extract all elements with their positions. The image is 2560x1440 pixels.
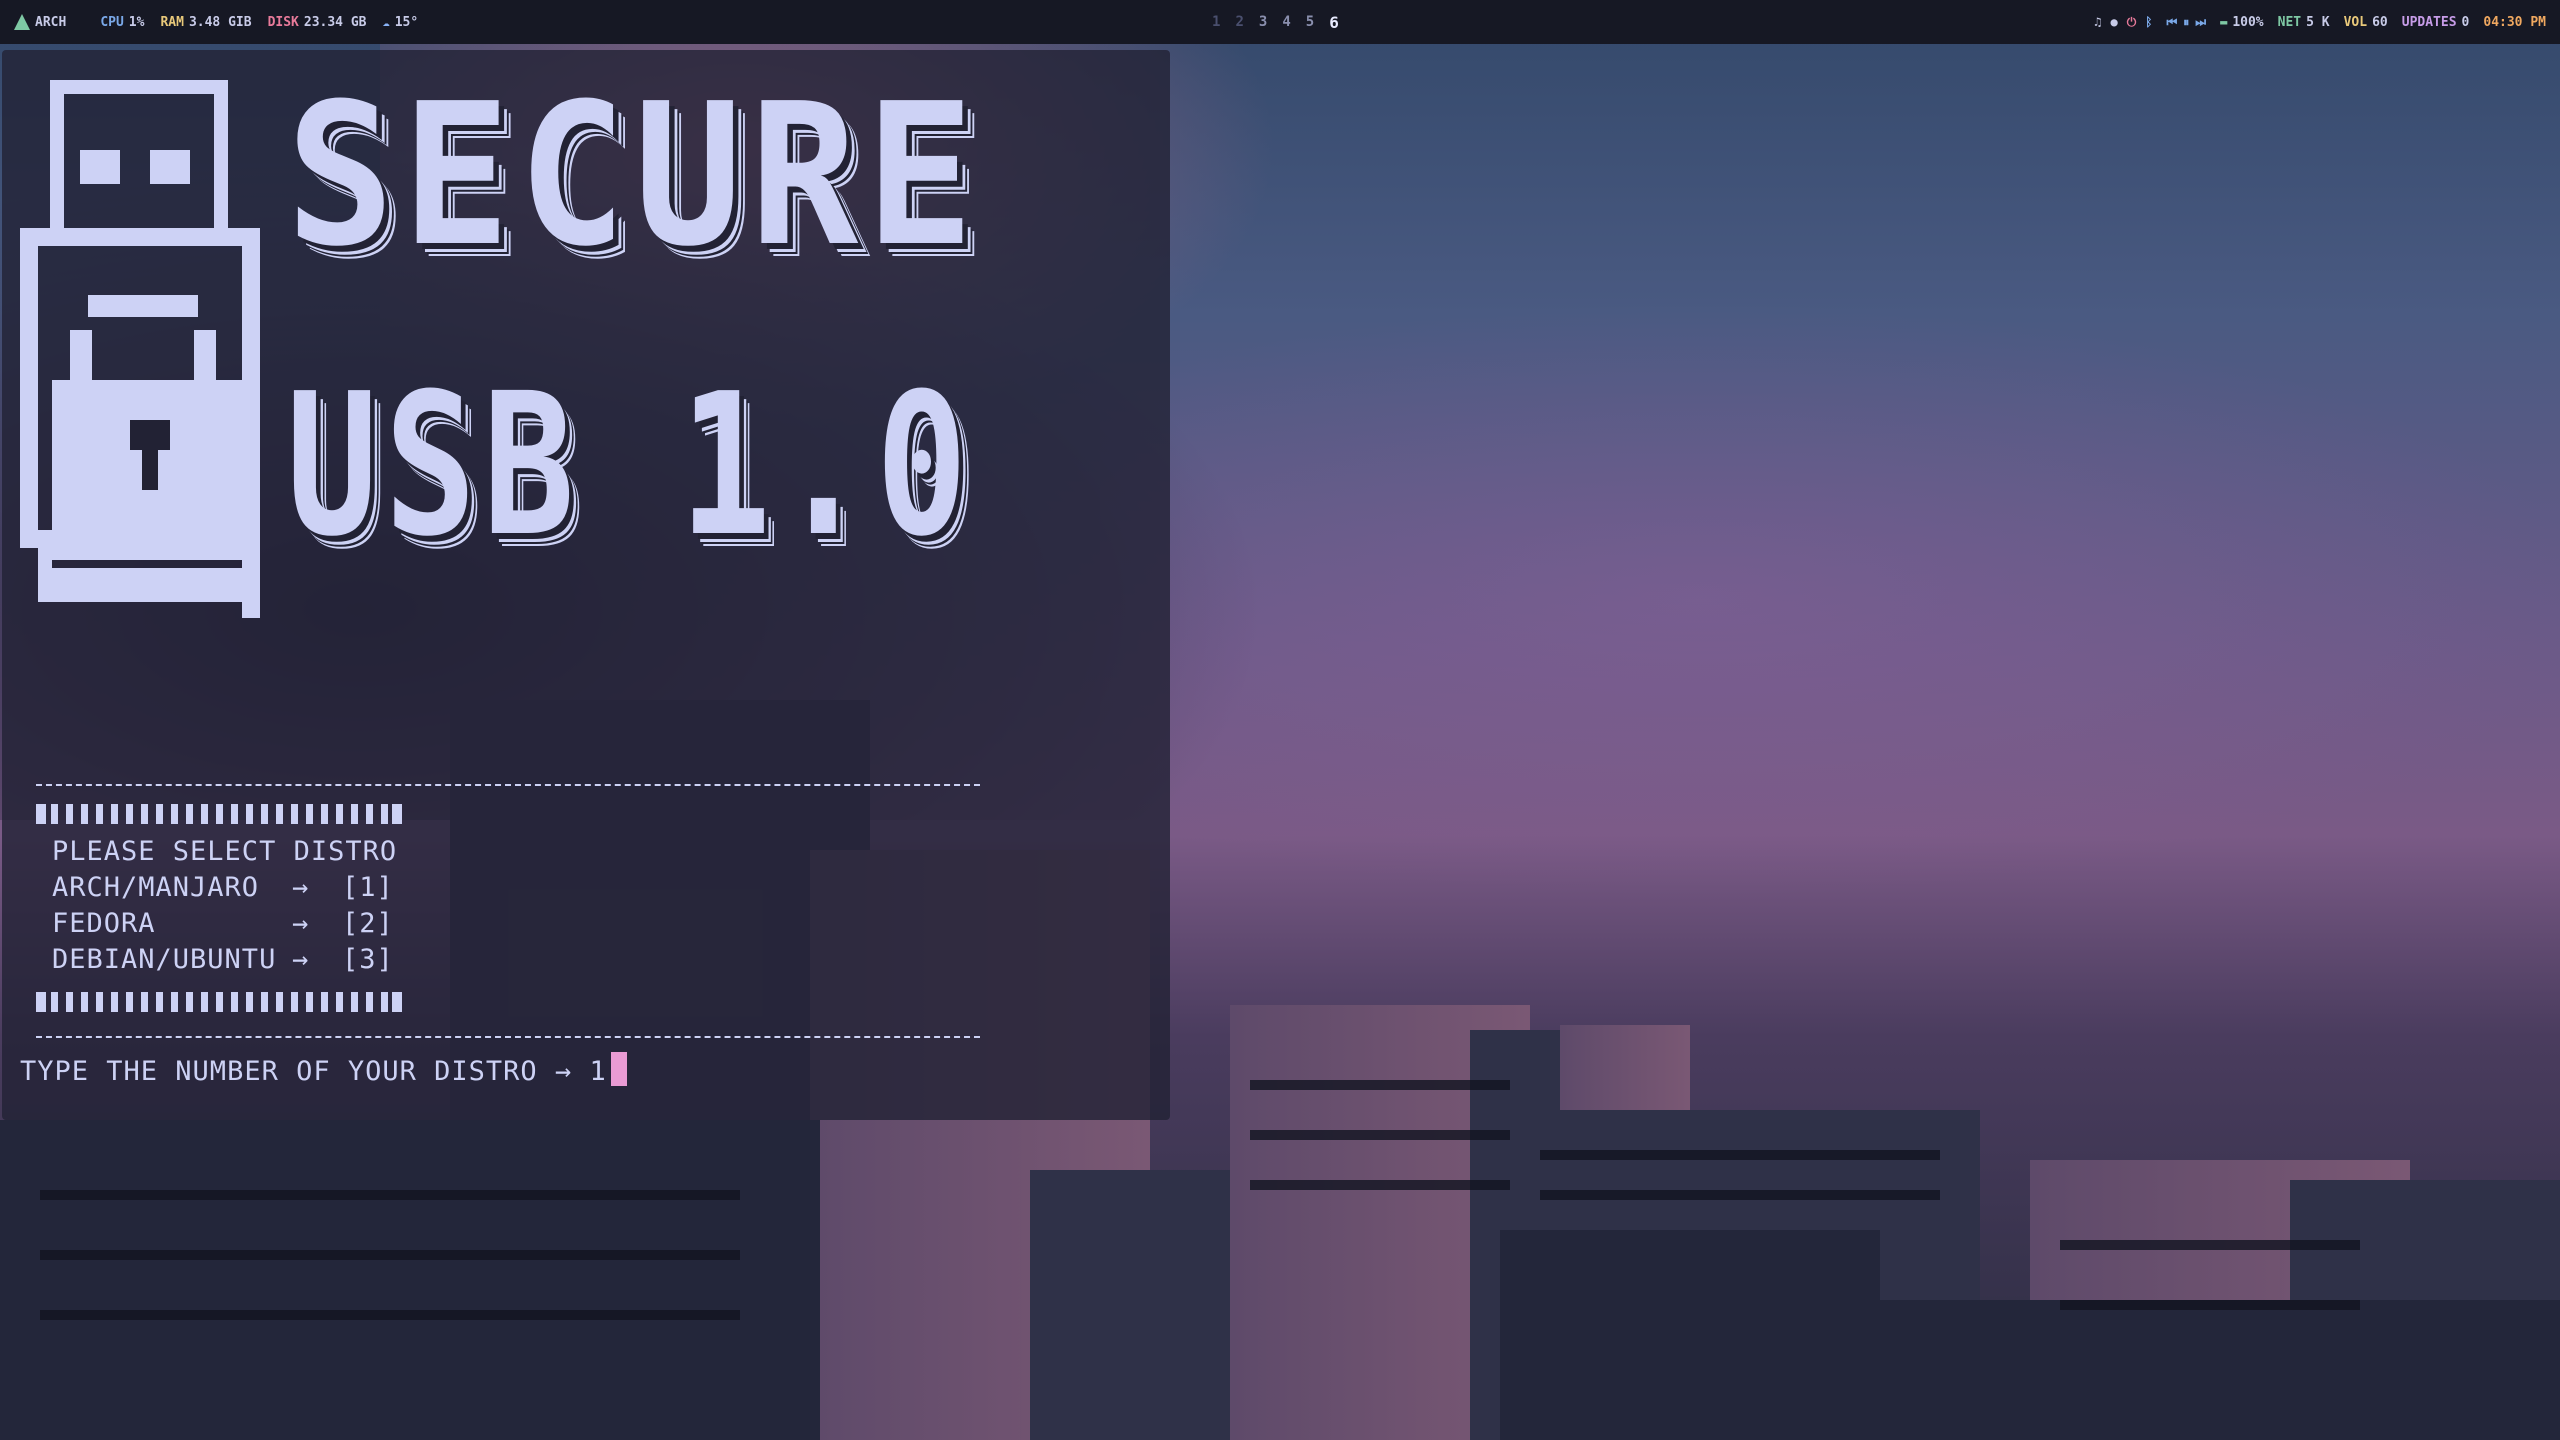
option-name: ARCH/MANJARO — [52, 872, 260, 903]
previous-icon[interactable]: ⏮ — [2166, 15, 2177, 30]
disk-value: 23.34 GB — [303, 14, 367, 30]
arrow-icon: → — [292, 908, 310, 939]
banner-title-line-1: SECURE — [286, 62, 982, 290]
option-key: [2] — [342, 908, 394, 939]
topbar-left-modules: ARCH CPU 1% RAM 3.48 GIB DISK 23.34 GB ☁… — [14, 0, 418, 44]
clock-value: 04:30 PM — [2483, 14, 2546, 30]
updates-value: 0 — [2461, 14, 2470, 30]
usb-lock-logo-icon — [20, 80, 260, 618]
menu-title: PLEASE SELECT DISTRO — [52, 836, 398, 867]
battery-value: 100% — [2232, 14, 2264, 30]
cpu-module[interactable]: CPU 1% — [100, 15, 144, 30]
window-row — [1250, 1180, 1510, 1190]
window-row — [1540, 1150, 1940, 1160]
building — [1500, 1230, 1880, 1440]
window-row — [2060, 1240, 2360, 1250]
distro-label: ARCH — [35, 14, 67, 30]
battery-icon: ▬ — [2220, 15, 2228, 29]
menu-option-arch: ARCH/MANJARO → [1] — [52, 872, 394, 903]
menu-border-bottom — [36, 992, 402, 1012]
window-row — [2060, 1300, 2360, 1310]
pause-icon[interactable]: ⏸ — [2183, 15, 2189, 30]
workspace-6[interactable]: 6 — [1329, 13, 1339, 32]
music-icon[interactable]: ♫ — [2094, 15, 2101, 29]
divider-bottom — [36, 1036, 980, 1038]
distro-launcher[interactable]: ARCH — [14, 14, 66, 30]
window-row — [40, 1190, 740, 1200]
workspace-3[interactable]: 3 — [1259, 14, 1267, 30]
ram-module[interactable]: RAM 3.48 GIB — [160, 15, 251, 30]
option-name: DEBIAN/UBUNTU — [52, 944, 277, 975]
terminal-window[interactable]: SECURE USB 1.0 PLEASE SELECT DISTRO ARCH… — [2, 50, 1170, 1120]
prompt-text: TYPE THE NUMBER OF YOUR DISTRO → — [20, 1056, 590, 1087]
topbar-right-modules: ♫ ● ⏻ ᛒ ⏮ ⏸ ⏭ ▬ 100% NET 5 K VOL 60 UPDA… — [2094, 0, 2546, 44]
ram-value: 3.48 GIB — [188, 14, 252, 30]
media-controls: ⏮ ⏸ ⏭ — [2166, 15, 2206, 30]
prompt-input-value[interactable]: 1 — [589, 1056, 606, 1087]
clock-module[interactable]: 04:30 PM — [2483, 15, 2546, 30]
menu-border-top — [36, 804, 402, 824]
weather-module[interactable]: ☁ 15° — [383, 15, 419, 30]
battery-module[interactable]: ▬ 100% — [2220, 15, 2264, 30]
cpu-value: 1% — [128, 14, 145, 30]
workspace-4[interactable]: 4 — [1282, 14, 1290, 30]
divider-top — [36, 784, 980, 786]
cpu-label: CPU — [100, 14, 124, 30]
option-key: [3] — [342, 944, 394, 975]
tray-icons: ♫ ● ⏻ ᛒ — [2094, 15, 2152, 30]
banner-title-line-2: USB 1.0 — [286, 352, 974, 580]
cloud-icon: ☁ — [382, 15, 390, 29]
net-label: NET — [2277, 14, 2302, 30]
vol-label: VOL — [2343, 14, 2368, 30]
power-icon[interactable]: ⏻ — [2127, 15, 2137, 30]
updates-module[interactable]: UPDATES 0 — [2402, 15, 2470, 30]
volume-module[interactable]: VOL 60 — [2344, 15, 2388, 30]
disk-module[interactable]: DISK 23.34 GB — [268, 15, 367, 30]
building — [1860, 1300, 2560, 1440]
user-icon[interactable]: ● — [2111, 15, 2118, 29]
workspace-2[interactable]: 2 — [1235, 14, 1243, 30]
text-cursor — [610, 1052, 627, 1086]
building — [0, 1120, 820, 1440]
bluetooth-icon[interactable]: ᛒ — [2145, 15, 2152, 29]
option-key: [1] — [342, 872, 394, 903]
weather-value: 15° — [394, 14, 419, 30]
next-icon[interactable]: ⏭ — [2195, 15, 2206, 30]
distro-prompt[interactable]: TYPE THE NUMBER OF YOUR DISTRO → 1 — [20, 1052, 627, 1087]
menu-option-debian: DEBIAN/UBUNTU → [3] — [52, 944, 394, 975]
arch-logo-icon — [14, 14, 30, 30]
disk-label: DISK — [267, 14, 299, 30]
window-row — [1540, 1190, 1940, 1200]
workspace-5[interactable]: 5 — [1306, 14, 1314, 30]
net-module[interactable]: NET 5 K — [2278, 15, 2330, 30]
window-row — [1250, 1130, 1510, 1140]
vol-value: 60 — [2372, 14, 2388, 30]
arrow-icon: → — [292, 872, 310, 903]
ram-label: RAM — [160, 14, 184, 30]
window-row — [40, 1310, 740, 1320]
workspace-switcher: 1 2 3 4 5 6 — [1212, 0, 1339, 44]
menu-option-fedora: FEDORA → [2] — [52, 908, 394, 939]
net-value: 5 K — [2306, 14, 2330, 30]
workspace-1[interactable]: 1 — [1212, 14, 1220, 30]
building — [1030, 1170, 1230, 1440]
option-name: FEDORA — [52, 908, 156, 939]
window-row — [1250, 1080, 1510, 1090]
window-row — [40, 1250, 740, 1260]
arrow-icon: → — [292, 944, 310, 975]
updates-label: UPDATES — [2401, 14, 2457, 30]
top-status-bar: ARCH CPU 1% RAM 3.48 GIB DISK 23.34 GB ☁… — [0, 0, 2560, 44]
